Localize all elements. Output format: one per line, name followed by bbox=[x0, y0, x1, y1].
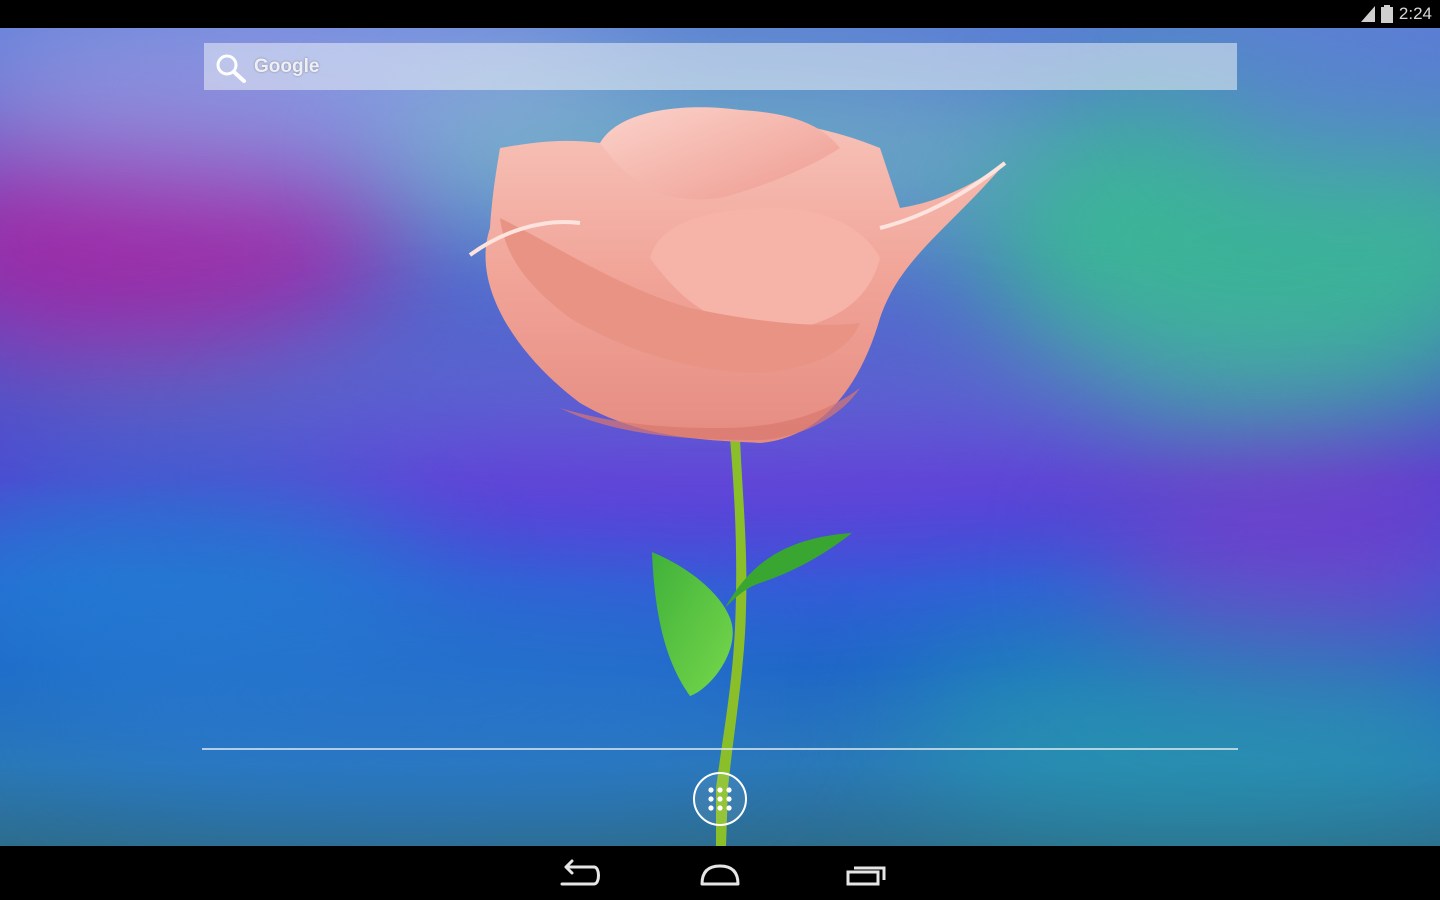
all-apps-button[interactable] bbox=[693, 772, 747, 826]
dock-divider bbox=[202, 748, 1238, 750]
back-button[interactable] bbox=[548, 854, 608, 894]
rose-illustration bbox=[468, 107, 1007, 846]
status-icons: 2:24 bbox=[1360, 4, 1432, 24]
status-bar: 2:24 bbox=[0, 0, 1440, 28]
recents-button[interactable] bbox=[836, 854, 896, 894]
back-icon bbox=[560, 859, 600, 886]
recents-icon bbox=[846, 866, 886, 886]
wallpaper bbox=[0, 28, 1440, 846]
signal-icon bbox=[1360, 6, 1375, 22]
search-label: Google bbox=[254, 56, 320, 77]
battery-icon bbox=[1380, 5, 1393, 23]
home-icon bbox=[700, 864, 740, 886]
leaf-left bbox=[652, 552, 733, 696]
home-button[interactable] bbox=[690, 854, 750, 894]
navigation-bar bbox=[0, 846, 1440, 900]
all-apps-icon bbox=[708, 787, 732, 811]
google-search-bar[interactable]: Google bbox=[204, 43, 1237, 90]
search-icon bbox=[214, 53, 248, 88]
status-clock: 2:24 bbox=[1398, 4, 1432, 23]
